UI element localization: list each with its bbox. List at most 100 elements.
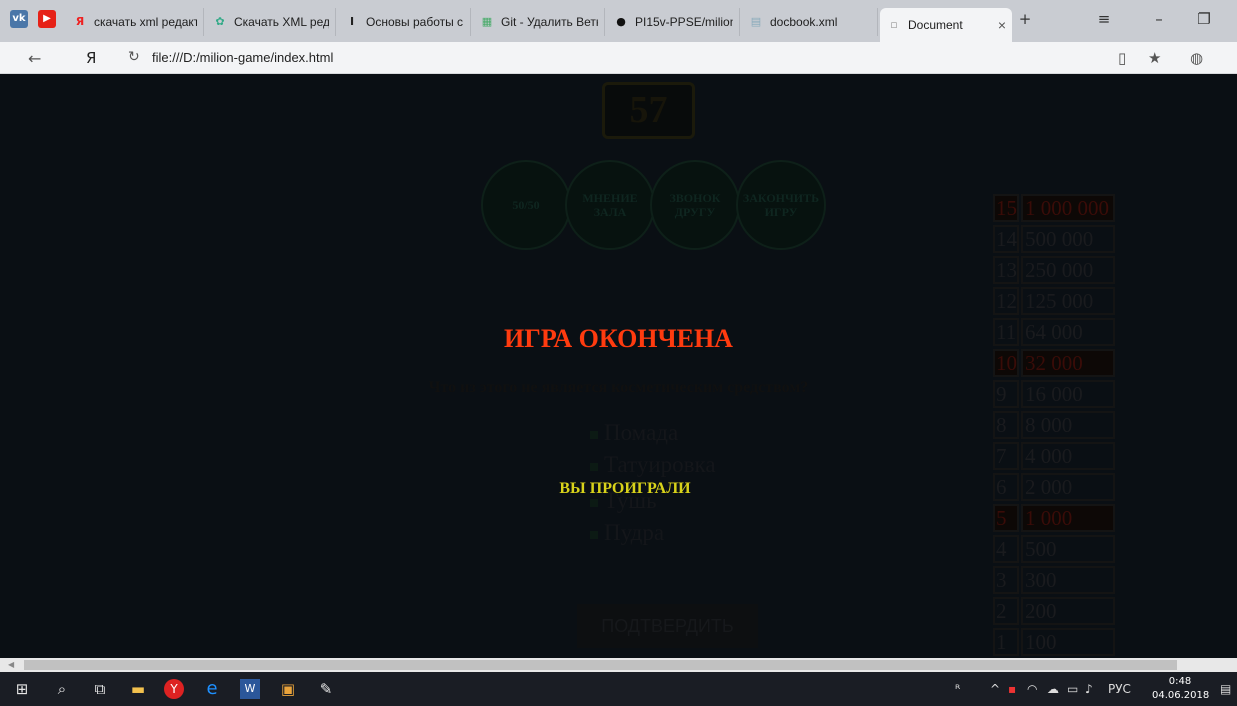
ladder-level: 5 <box>993 504 1019 532</box>
ladder-level: 10 <box>993 349 1019 377</box>
ladder-amount: 2 000 <box>1021 473 1115 501</box>
tab-favicon-icon: ▫ <box>890 18 898 31</box>
windows-start-icon[interactable]: ⊞ <box>12 679 32 699</box>
tab-label: Скачать XML реда <box>234 15 329 29</box>
tab-favicon-icon: ✿ <box>215 15 225 28</box>
vk-pinned-icon[interactable]: vk <box>10 10 28 28</box>
ladder-level: 6 <box>993 473 1019 501</box>
browser-tab[interactable]: ▤ docbook.xml <box>742 8 878 36</box>
back-icon[interactable]: ← <box>28 49 41 68</box>
reader-icon[interactable]: ▯ <box>1118 49 1126 67</box>
word-icon[interactable]: W <box>240 679 260 699</box>
bookmark-star-icon[interactable]: ★ <box>1148 49 1161 67</box>
menu-icon[interactable]: ≡ <box>1092 10 1116 28</box>
tray-expand-icon[interactable]: ^ <box>990 682 1000 696</box>
timer-display: 57 <box>602 82 695 139</box>
browser-tab[interactable]: ▫ Document × <box>880 8 1012 42</box>
tab-favicon-icon: ▤ <box>750 15 762 28</box>
tab-label: Document <box>908 18 963 32</box>
scroll-left-icon[interactable]: ◀ <box>8 658 14 672</box>
ladder-level: 9 <box>993 380 1019 408</box>
horizontal-scrollbar[interactable]: ◀ <box>0 658 1237 672</box>
ladder-amount: 64 000 <box>1021 318 1115 346</box>
ladder-level: 12 <box>993 287 1019 315</box>
clock[interactable]: 0:48 04.06.2018 <box>1152 675 1210 703</box>
app-icon[interactable]: ▣ <box>278 679 298 699</box>
clock-date: 04.06.2018 <box>1152 690 1210 701</box>
ladder-amount: 8 000 <box>1021 411 1115 439</box>
answer-option-2[interactable]: Татуировка <box>590 452 716 478</box>
ladder-amount: 16 000 <box>1021 380 1115 408</box>
wifi-tray-icon[interactable]: ◠ <box>1027 682 1037 696</box>
tab-favicon-icon: ● <box>616 15 626 28</box>
pdf-tray-icon[interactable]: ▪ <box>1008 682 1016 696</box>
ladder-level: 3 <box>993 566 1019 594</box>
battery-tray-icon[interactable]: ▭ <box>1067 682 1078 696</box>
ladder-level: 7 <box>993 442 1019 470</box>
ladder-level: 15 <box>993 194 1019 222</box>
edge-icon[interactable]: e <box>202 679 222 699</box>
lifeline-50-50-button[interactable]: 50/50 <box>481 160 571 250</box>
tab-favicon-icon: ▦ <box>481 15 493 28</box>
ladder-amount: 100 <box>1021 628 1115 656</box>
file-explorer-icon[interactable]: ▬ <box>128 679 148 699</box>
yandex-logo-icon[interactable]: Я <box>86 49 96 67</box>
answer-option-1[interactable]: Помада <box>590 420 678 446</box>
reload-icon[interactable]: ↻ <box>128 49 140 65</box>
ladder-level: 13 <box>993 256 1019 284</box>
ladder-amount: 125 000 <box>1021 287 1115 315</box>
youtube-pinned-icon[interactable]: ▶ <box>38 10 56 28</box>
ladder-amount: 200 <box>1021 597 1115 625</box>
ladder-amount: 300 <box>1021 566 1115 594</box>
tab-label: PI15v-PPSE/milion- <box>635 15 733 29</box>
globe-icon[interactable]: ◍ <box>1190 49 1203 67</box>
search-icon[interactable]: ⌕ <box>52 679 72 699</box>
tab-label: docbook.xml <box>770 15 838 29</box>
clock-time: 0:48 <box>1168 676 1192 687</box>
cloud-tray-icon[interactable]: ☁ <box>1047 682 1059 696</box>
minimize-button[interactable]: – <box>1147 10 1171 28</box>
language-indicator[interactable]: РУС <box>1108 682 1131 696</box>
browser-tab[interactable]: I Основы работы с <box>338 8 471 36</box>
ladder-level: 2 <box>993 597 1019 625</box>
ladder-amount: 4 000 <box>1021 442 1115 470</box>
ladder-level: 8 <box>993 411 1019 439</box>
url-field[interactable]: file:///D:/milion-game/index.html <box>152 50 333 65</box>
yandex-browser-icon[interactable]: Y <box>164 679 184 699</box>
lifeline-audience-button[interactable]: МНЕНИЕ ЗАЛА <box>565 160 655 250</box>
answer-option-4[interactable]: Пудра <box>590 520 664 546</box>
browser-tab[interactable]: ● PI15v-PPSE/milion- <box>607 8 740 36</box>
ladder-level: 14 <box>993 225 1019 253</box>
browser-tab[interactable]: ✿ Скачать XML реда <box>206 8 336 36</box>
tab-label: скачать xml редакт <box>94 15 197 29</box>
browser-tab[interactable]: Яскачать xml редакт <box>66 8 204 36</box>
tab-label: Git - Удалить Ветку <box>501 15 598 29</box>
notifications-icon[interactable]: ▤ <box>1220 682 1231 696</box>
tab-favicon-icon: I <box>349 15 355 28</box>
ladder-amount: 1 000 <box>1021 504 1115 532</box>
browser-tab-bar: vk ▶ Яскачать xml редакт ✿ Скачать XML ред… <box>0 0 1237 42</box>
game-page: 57 50/50 МНЕНИЕ ЗАЛА ЗВОНОК ДРУГУ ЗАКОНЧ… <box>0 74 1237 658</box>
confirm-button[interactable]: ПОДТВЕРДИТЬ <box>577 604 758 648</box>
lifeline-call-friend-button[interactable]: ЗВОНОК ДРУГУ <box>650 160 740 250</box>
ladder-amount: 250 000 <box>1021 256 1115 284</box>
lifeline-end-game-button[interactable]: ЗАКОНЧИТЬ ИГРУ <box>736 160 826 250</box>
windows-taskbar: ⊞ ⌕ ⧉ ▬ Y e W ▣ ✎ ᴿ ^ ▪ ◠ ☁ ▭ ♪ РУС 0:48… <box>0 672 1237 706</box>
ladder-level: 1 <box>993 628 1019 656</box>
task-view-icon[interactable]: ⧉ <box>90 679 110 699</box>
tab-favicon-icon: Я <box>75 15 85 28</box>
tab-close-icon[interactable]: × <box>980 17 1006 33</box>
paint-icon[interactable]: ✎ <box>316 679 336 699</box>
ladder-amount: 1 000 000 <box>1021 194 1115 222</box>
ladder-amount: 32 000 <box>1021 349 1115 377</box>
restore-button[interactable]: ❐ <box>1192 10 1216 28</box>
ladder-amount: 500 000 <box>1021 225 1115 253</box>
address-bar: ← Я ↻ file:///D:/milion-game/index.html … <box>0 42 1237 74</box>
tab-label: Основы работы с <box>366 15 464 29</box>
new-tab-button[interactable]: + <box>1013 10 1037 28</box>
ladder-level: 4 <box>993 535 1019 563</box>
scrollbar-thumb[interactable] <box>24 660 1177 670</box>
browser-tab[interactable]: ▦ Git - Удалить Ветку <box>473 8 605 36</box>
user-tray-icon[interactable]: ᴿ <box>955 682 960 696</box>
volume-tray-icon[interactable]: ♪ <box>1085 682 1093 696</box>
